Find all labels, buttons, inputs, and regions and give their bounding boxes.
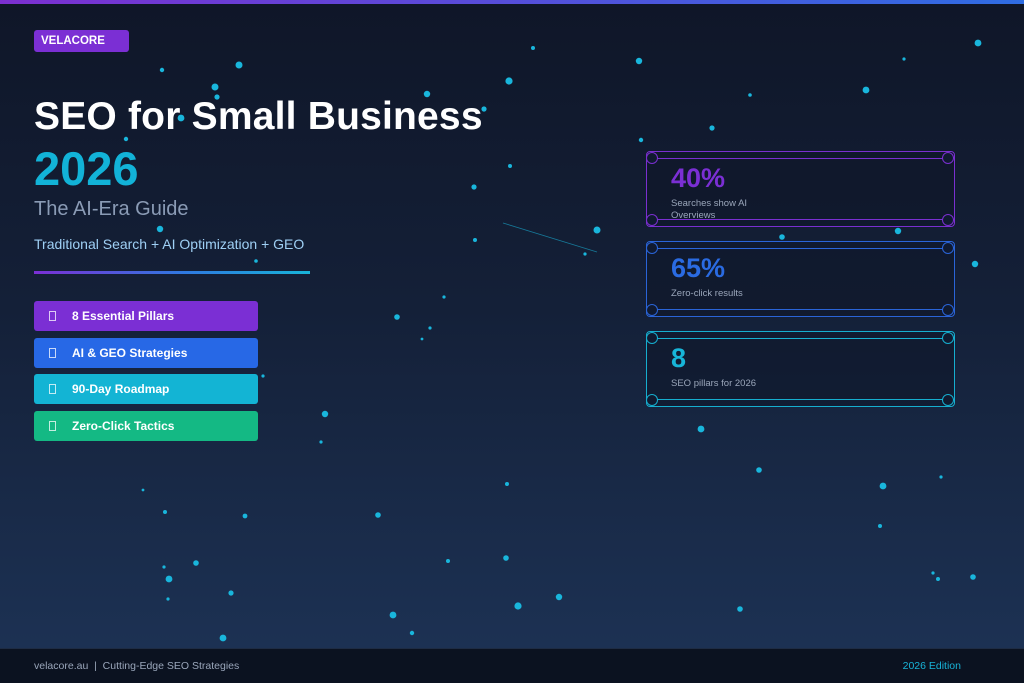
stat-label: SEO pillars for 2026 [671,378,757,389]
corner-dot [646,152,658,164]
box-icon [49,348,56,358]
box-icon [49,421,56,431]
corner-dot [646,304,658,316]
corner-dot [942,242,954,254]
card-border-line [653,399,948,400]
card-border-line [653,248,948,249]
card-border-line [653,158,948,159]
stat-card-seo-pillars: 8 SEO pillars for 2026 [646,331,955,407]
footer-edition: 2026 Edition [902,660,961,672]
page-title: SEO for Small Business [34,95,483,138]
feature-roadmap: 90-Day Roadmap [34,374,258,404]
stat-card-zero-click: 65% Zero-click results [646,241,955,317]
corner-dot [942,152,954,164]
tagline: Traditional Search + AI Optimization + G… [34,236,305,252]
stat-value: 65% [671,253,726,283]
feature-zero-click: Zero-Click Tactics [34,411,258,441]
slide: VELACORE SEO for Small Business 2026 The… [0,0,1024,683]
stat-label: Searches show AI Overviews [671,198,748,221]
card-border-line [653,309,948,310]
corner-dot [942,304,954,316]
corner-dot [646,242,658,254]
stat-label: Zero-click results [671,288,743,299]
corner-dot [646,332,658,344]
corner-dot [942,214,954,226]
stat-value: 40% [671,163,726,193]
corner-dot [942,332,954,344]
top-accent-bar [0,0,1024,4]
title-year: 2026 [34,142,139,195]
corner-dot [646,394,658,406]
box-icon [49,384,56,394]
corner-dot [942,394,954,406]
feature-pillars: 8 Essential Pillars [34,301,258,331]
feature-label: Zero-Click Tactics [72,419,175,433]
box-icon [49,311,56,321]
brand-badge: VELACORE [34,30,129,52]
corner-dot [646,214,658,226]
gradient-divider [34,271,310,274]
footer-site-text: velacore.au | Cutting-Edge SEO Strategie… [34,660,240,672]
stat-value: 8 [671,343,687,373]
feature-label: 8 Essential Pillars [72,309,175,323]
subtitle: The AI-Era Guide [34,198,189,220]
feature-label: 90-Day Roadmap [72,382,170,396]
footer: velacore.au | Cutting-Edge SEO Strategie… [0,648,1024,683]
feature-ai-geo: AI & GEO Strategies [34,338,258,368]
card-border-line [653,338,948,339]
stat-card-ai-overviews: 40% Searches show AI Overviews [646,151,955,227]
feature-label: AI & GEO Strategies [72,346,188,360]
